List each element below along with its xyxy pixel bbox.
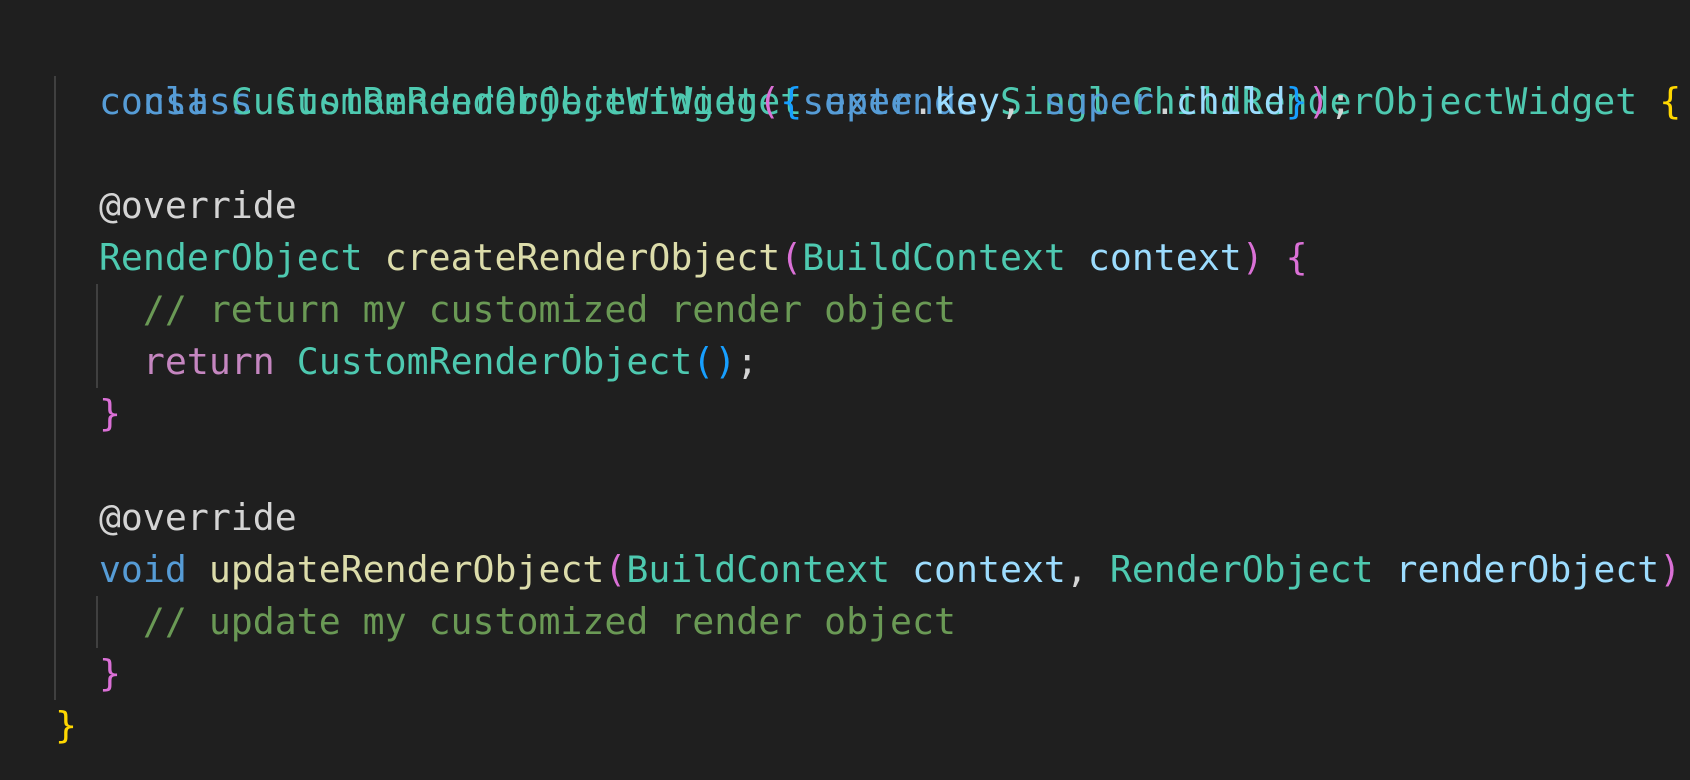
ctor-paren-close: ) <box>1307 80 1330 123</box>
comma: , <box>999 80 1044 123</box>
call-paren-open: ( <box>692 340 715 383</box>
constructor-name: CustomRenderObjectWidget <box>230 80 759 123</box>
code-editor[interactable]: class CustomRenderObjectWidget extends S… <box>0 0 1690 780</box>
field-key: key <box>934 80 1000 123</box>
field-child: child <box>1175 80 1286 123</box>
code-line-10[interactable]: @override <box>55 492 297 544</box>
ctor-paren-open: ( <box>758 80 781 123</box>
comment: // return my customized render object <box>142 288 956 331</box>
param-name: context <box>912 548 1066 591</box>
annotation-override: @override <box>98 496 297 539</box>
method-brace-open: { <box>1285 236 1308 279</box>
call-paren-close: ) <box>714 340 737 383</box>
comma: , <box>1065 548 1110 591</box>
code-line-5[interactable]: RenderObject createRenderObject(BuildCon… <box>55 232 1308 284</box>
keyword-const: const <box>98 80 209 123</box>
class-brace-open: { <box>1659 80 1682 123</box>
method-paren-close: ) <box>1241 236 1264 279</box>
code-line-13[interactable]: } <box>55 648 121 700</box>
method-paren-open: ( <box>780 236 803 279</box>
code-line-6[interactable]: // return my customized render object <box>55 284 956 336</box>
param-name: context <box>1087 236 1242 279</box>
method-paren-close: ) <box>1659 548 1682 591</box>
code-line-4[interactable]: @override <box>55 180 297 232</box>
param-name: renderObject <box>1395 548 1660 591</box>
code-line-11[interactable]: void updateRenderObject(BuildContext con… <box>55 544 1690 596</box>
dot: . <box>912 80 935 123</box>
return-type: RenderObject <box>98 236 363 279</box>
ctor-brace-close: } <box>1285 80 1308 123</box>
semicolon: ; <box>736 340 759 383</box>
param-type: BuildContext <box>626 548 891 591</box>
code-line-7[interactable]: return CustomRenderObject(); <box>55 336 758 388</box>
dot: . <box>1153 80 1176 123</box>
keyword-super: super <box>1043 80 1154 123</box>
method-brace-close: } <box>98 652 121 695</box>
semicolon: ; <box>1329 80 1352 123</box>
method-name: updateRenderObject <box>208 548 605 591</box>
constructor-call: CustomRenderObject <box>296 340 693 383</box>
annotation-override: @override <box>98 184 297 227</box>
param-type: BuildContext <box>802 236 1066 279</box>
keyword-return: return <box>142 340 275 383</box>
class-brace-close: } <box>55 704 77 747</box>
comment: // update my customized render object <box>142 600 956 643</box>
param-type: RenderObject <box>1109 548 1374 591</box>
ctor-brace-open: { <box>780 80 803 123</box>
code-line-12[interactable]: // update my customized render object <box>55 596 956 648</box>
code-line-14[interactable]: } <box>55 700 77 752</box>
method-name: createRenderObject <box>384 236 781 279</box>
method-paren-open: ( <box>604 548 627 591</box>
code-line-1[interactable]: class CustomRenderObjectWidget extends S… <box>55 24 1681 123</box>
keyword-super: super <box>802 80 913 123</box>
keyword-void: void <box>98 548 187 591</box>
method-brace-close: } <box>98 392 121 435</box>
code-line-8[interactable]: } <box>55 388 121 440</box>
code-line-2[interactable]: const CustomRenderObjectWidget({super.ke… <box>55 76 1352 128</box>
